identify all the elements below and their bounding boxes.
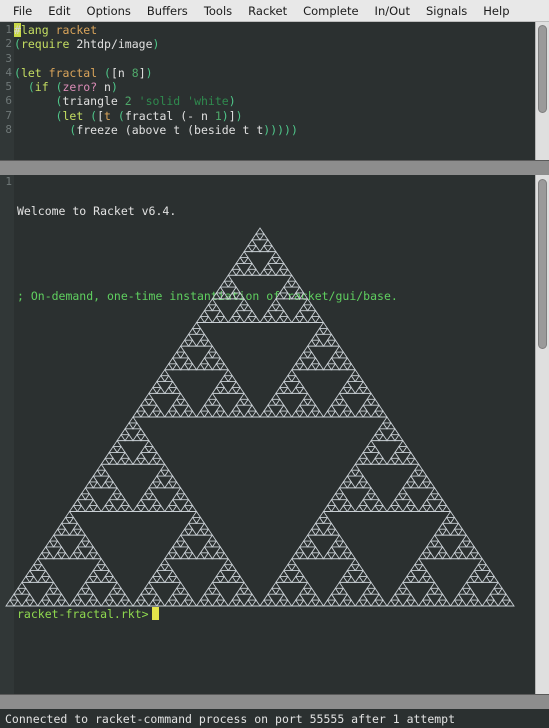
code-token: freeze bbox=[76, 123, 118, 138]
code-token: 'solid bbox=[138, 94, 181, 109]
code-token: ( bbox=[14, 123, 77, 138]
menu-item-options[interactable]: Options bbox=[79, 3, 139, 19]
code-token: ) bbox=[221, 108, 229, 123]
code-line[interactable]: (require 2htdp/image) bbox=[14, 37, 549, 51]
code-token: ) bbox=[228, 94, 236, 109]
code-token: n bbox=[97, 80, 111, 95]
editor-pane[interactable]: 1 2 3 4 5 6 7 8 #lang racket (require 2ht… bbox=[0, 22, 549, 160]
code-token: [ bbox=[110, 65, 118, 80]
code-line[interactable] bbox=[14, 52, 549, 66]
repl-scrollbar-thumb[interactable] bbox=[538, 179, 547, 349]
menu-item-file[interactable]: File bbox=[5, 3, 40, 19]
repl-cursor bbox=[151, 607, 159, 620]
code-token: ( bbox=[14, 65, 21, 80]
code-line[interactable]: (triangle 2 'solid 'white) bbox=[14, 94, 549, 108]
code-token: t bbox=[104, 108, 111, 123]
code-line[interactable]: (let fractal ([n 8]) bbox=[14, 66, 549, 80]
code-token: ) bbox=[110, 80, 118, 95]
source-code-text[interactable]: #lang racket (require 2htdp/image) (let f… bbox=[14, 22, 549, 160]
code-token: ( bbox=[83, 108, 98, 123]
line-number: 3 bbox=[5, 51, 12, 65]
menu-item-tools[interactable]: Tools bbox=[196, 3, 240, 19]
code-token: racket bbox=[55, 23, 98, 37]
code-token: 'white bbox=[187, 94, 229, 109]
line-number: 4 bbox=[5, 65, 12, 79]
code-token: ))))) bbox=[263, 123, 298, 138]
code-token: require bbox=[20, 37, 70, 52]
menu-item-signals[interactable]: Signals bbox=[418, 3, 475, 19]
code-token: (above t (beside t t bbox=[117, 123, 264, 138]
menu-item-help[interactable]: Help bbox=[475, 3, 517, 19]
code-token: triangle bbox=[62, 94, 118, 109]
code-token: ) bbox=[145, 65, 153, 80]
code-token: [ bbox=[97, 108, 105, 123]
echo-area-message: Connected to racket-command process on p… bbox=[0, 709, 549, 728]
code-token: ) bbox=[235, 108, 243, 123]
menu-item-complete[interactable]: Complete bbox=[295, 3, 366, 19]
code-token: lang bbox=[20, 23, 49, 37]
editor-scrollbar-thumb[interactable] bbox=[538, 25, 547, 113]
code-token: 8 bbox=[131, 65, 139, 80]
repl-prompt-text: racket-fractal.rkt> bbox=[17, 607, 149, 621]
code-token: ) bbox=[152, 37, 160, 52]
menu-item-inout[interactable]: In/Out bbox=[367, 3, 418, 19]
editor-mode-line: U:--- racket-fractal.rkt All L1 (Racket … bbox=[0, 160, 549, 175]
sierpinski-triangle-svg bbox=[5, 227, 515, 607]
code-line[interactable]: (let ([t (fractal (- n 1)]) bbox=[14, 109, 549, 123]
code-token: (- n bbox=[173, 108, 215, 123]
code-line[interactable]: #lang racket bbox=[14, 23, 549, 37]
code-token: n bbox=[117, 65, 125, 80]
menu-item-racket[interactable]: Racket bbox=[240, 3, 295, 19]
code-token: 1 bbox=[214, 108, 222, 123]
editor-scrollbar[interactable] bbox=[535, 22, 549, 160]
code-token: if bbox=[34, 80, 49, 95]
code-token: ] bbox=[138, 65, 146, 80]
emacs-window: File Edit Options Buffers Tools Racket C… bbox=[0, 0, 549, 728]
line-number: 5 bbox=[5, 80, 12, 94]
line-number: 6 bbox=[5, 94, 12, 108]
line-number: 8 bbox=[5, 123, 12, 137]
code-token: ( bbox=[48, 80, 63, 95]
code-token: ] bbox=[228, 108, 236, 123]
editor-line-number-gutter: 1 2 3 4 5 6 7 8 bbox=[0, 22, 14, 160]
code-token: 2 bbox=[124, 94, 132, 109]
code-token: ( bbox=[97, 65, 111, 80]
repl-pane[interactable]: 1 Welcome to Racket v6.4. ; On-demand, o… bbox=[0, 175, 549, 694]
repl-welcome-message: Welcome to Racket v6.4. bbox=[17, 203, 177, 218]
sierpinski-triangle-image bbox=[4, 226, 516, 608]
code-token: let bbox=[62, 108, 84, 123]
code-token: fractal bbox=[48, 65, 98, 80]
repl-scrollbar[interactable] bbox=[535, 175, 549, 694]
code-token: # bbox=[14, 23, 21, 37]
code-line[interactable]: (if (zero? n) bbox=[14, 80, 549, 94]
repl-mode-line: U:**- *Racket REPL* All L5 (Racket-REPL … bbox=[0, 694, 549, 709]
line-number: 1 bbox=[5, 23, 12, 36]
code-token: ( bbox=[14, 108, 63, 123]
line-number: 7 bbox=[5, 108, 12, 122]
code-token: ( bbox=[14, 37, 21, 52]
menu-item-buffers[interactable]: Buffers bbox=[139, 3, 196, 19]
code-line[interactable]: (freeze (above t (beside t t))))) bbox=[14, 123, 549, 137]
line-number: 2 bbox=[5, 37, 12, 51]
code-token: let bbox=[20, 65, 42, 80]
code-token: ( bbox=[14, 94, 63, 109]
code-token: zero? bbox=[62, 80, 98, 95]
code-token: fractal bbox=[124, 108, 174, 123]
menu-bar: File Edit Options Buffers Tools Racket C… bbox=[0, 0, 549, 22]
code-token: ( bbox=[14, 80, 35, 95]
code-token: 2htdp/image bbox=[69, 37, 153, 52]
repl-prompt-line[interactable]: racket-fractal.rkt> bbox=[17, 607, 159, 621]
code-token: ( bbox=[110, 108, 125, 123]
line-number: 1 bbox=[5, 175, 12, 188]
menu-item-edit[interactable]: Edit bbox=[40, 3, 78, 19]
